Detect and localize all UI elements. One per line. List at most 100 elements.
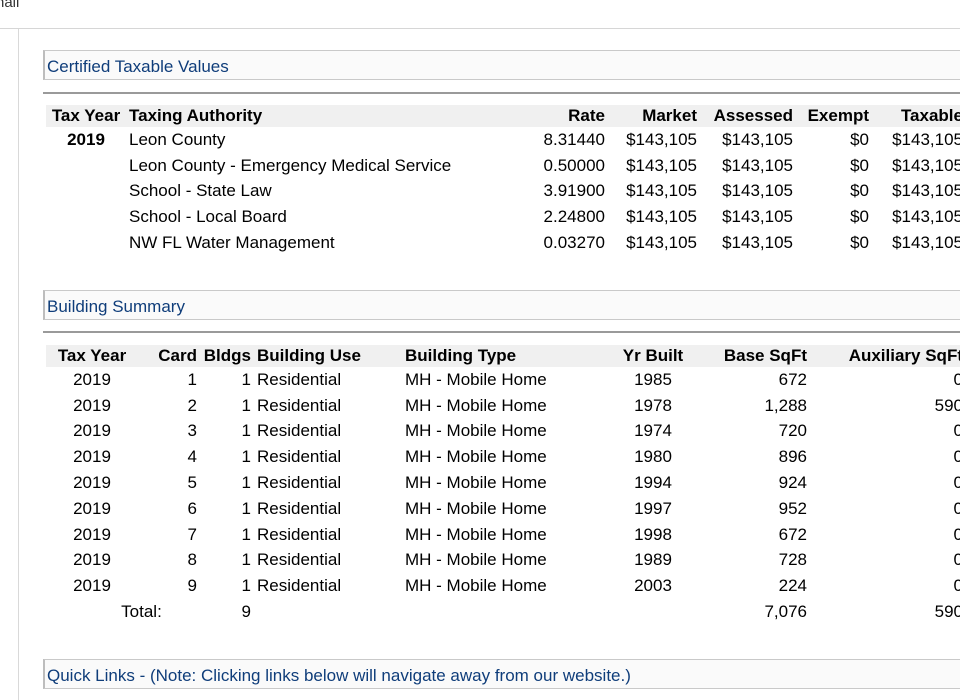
base-sqft-cell: 720 <box>778 421 807 441</box>
market-cell: $143,105 <box>626 181 697 201</box>
building-summary-title: Building Summary <box>47 297 185 316</box>
bldgs-cell: 1 <box>241 498 251 518</box>
base-sqft-cell: 952 <box>778 498 807 518</box>
tax-year-cell: 2019 <box>73 498 111 518</box>
aux-sqft-cell: 0 <box>953 369 960 389</box>
building-use-cell: Residential <box>257 576 342 596</box>
bldgs-cell: 1 <box>241 524 251 544</box>
market-cell: $143,105 <box>626 155 697 175</box>
card-cell: 7 <box>187 524 197 544</box>
table-row: School - State Law 3.91900 $143,105 $143… <box>46 179 960 205</box>
window-title: nail <box>0 0 20 11</box>
yr-built-cell: 1985 <box>634 369 672 389</box>
total-base-sqft: 7,076 <box>764 602 807 622</box>
yr-built-cell: 1978 <box>634 395 672 415</box>
base-sqft-cell: 924 <box>778 473 807 493</box>
exempt-cell: $0 <box>850 129 869 149</box>
bldgs-cell: 1 <box>241 473 251 493</box>
table-row: 2019 5 1 Residential MH - Mobile Home 19… <box>46 470 960 496</box>
exempt-cell: $0 <box>850 207 869 227</box>
tax-year-cell: 2019 <box>73 473 111 493</box>
col-building-type: Building Type <box>402 345 610 367</box>
card-cell: 9 <box>187 576 197 596</box>
aux-sqft-cell: 590 <box>934 395 960 415</box>
table-row: 2019 6 1 Residential MH - Mobile Home 19… <box>46 496 960 522</box>
table-header-row: Tax Year Taxing Authority Rate Market As… <box>46 105 960 127</box>
tax-year-cell: 2019 <box>73 550 111 570</box>
aux-sqft-cell: 0 <box>953 576 960 596</box>
bldgs-cell: 1 <box>241 447 251 467</box>
yr-built-cell: 1994 <box>634 473 672 493</box>
building-type-cell: MH - Mobile Home <box>405 395 547 415</box>
building-use-cell: Residential <box>257 524 342 544</box>
exempt-cell: $0 <box>850 181 869 201</box>
base-sqft-cell: 672 <box>778 524 807 544</box>
total-row: Total: 9 7,076 590 <box>46 599 960 625</box>
quick-links-header: Quick Links - (Note: Clicking links belo… <box>43 659 960 689</box>
assessed-cell: $143,105 <box>722 155 793 175</box>
left-divider <box>18 29 19 700</box>
base-sqft-cell: 672 <box>778 369 807 389</box>
table-row: 2019 3 1 Residential MH - Mobile Home 19… <box>46 419 960 445</box>
building-use-cell: Residential <box>257 498 342 518</box>
taxable-cell: $143,105 <box>892 155 960 175</box>
building-type-cell: MH - Mobile Home <box>405 576 547 596</box>
aux-sqft-cell: 0 <box>953 524 960 544</box>
yr-built-cell: 2003 <box>634 576 672 596</box>
col-aux-sqft: Auxiliary SqFt <box>810 345 960 367</box>
bldgs-cell: 1 <box>241 550 251 570</box>
market-cell: $143,105 <box>626 129 697 149</box>
aux-sqft-cell: 0 <box>953 421 960 441</box>
building-type-cell: MH - Mobile Home <box>405 369 547 389</box>
authority-cell: School - Local Board <box>129 207 287 227</box>
col-taxing-authority: Taxing Authority <box>126 105 526 127</box>
col-bldgs: Bldgs <box>200 345 254 367</box>
base-sqft-cell: 1,288 <box>764 395 807 415</box>
table-row: 2019 8 1 Residential MH - Mobile Home 19… <box>46 548 960 574</box>
card-cell: 3 <box>187 421 197 441</box>
tax-year-cell: 2019 <box>73 524 111 544</box>
building-use-cell: Residential <box>257 421 342 441</box>
building-type-cell: MH - Mobile Home <box>405 447 547 467</box>
building-summary-header: Building Summary <box>43 290 960 320</box>
card-cell: 5 <box>187 473 197 493</box>
assessed-cell: $143,105 <box>722 129 793 149</box>
total-bldgs: 9 <box>241 602 251 622</box>
yr-built-cell: 1989 <box>634 550 672 570</box>
building-type-cell: MH - Mobile Home <box>405 473 547 493</box>
tax-year-cell: 2019 <box>73 421 111 441</box>
building-summary-rule <box>43 331 960 333</box>
taxable-cell: $143,105 <box>892 207 960 227</box>
building-summary-table: Tax Year Card Bldgs Building Use Buildin… <box>46 345 960 625</box>
col-exempt: Exempt <box>796 105 872 127</box>
authority-cell: Leon County <box>129 129 226 149</box>
assessed-cell: $143,105 <box>722 181 793 201</box>
table-row: 2019 1 1 Residential MH - Mobile Home 19… <box>46 367 960 393</box>
building-type-cell: MH - Mobile Home <box>405 524 547 544</box>
building-type-cell: MH - Mobile Home <box>405 550 547 570</box>
aux-sqft-cell: 0 <box>953 473 960 493</box>
col-taxable: Taxable <box>872 105 960 127</box>
taxable-cell: $143,105 <box>892 129 960 149</box>
card-cell: 8 <box>187 550 197 570</box>
building-use-cell: Residential <box>257 473 342 493</box>
table-header-row: Tax Year Card Bldgs Building Use Buildin… <box>46 345 960 367</box>
card-cell: 4 <box>187 447 197 467</box>
base-sqft-cell: 728 <box>778 550 807 570</box>
table-row: 2019 Leon County 8.31440 $143,105 $143,1… <box>46 127 960 153</box>
bldgs-cell: 1 <box>241 576 251 596</box>
certified-values-header: Certified Taxable Values <box>43 50 960 80</box>
table-row: 2019 2 1 Residential MH - Mobile Home 19… <box>46 393 960 419</box>
rate-cell: 8.31440 <box>543 129 605 149</box>
rate-cell: 3.91900 <box>543 181 605 201</box>
table-row: NW FL Water Management 0.03270 $143,105 … <box>46 230 960 256</box>
certified-values-table: Tax Year Taxing Authority Rate Market As… <box>46 105 960 256</box>
col-assessed: Assessed <box>700 105 796 127</box>
taxable-cell: $143,105 <box>892 233 960 253</box>
assessed-cell: $143,105 <box>722 207 793 227</box>
market-cell: $143,105 <box>626 233 697 253</box>
yr-built-cell: 1997 <box>634 498 672 518</box>
tax-year-cell: 2019 <box>73 576 111 596</box>
tax-year-cell: 2019 <box>67 129 105 149</box>
table-row: 2019 7 1 Residential MH - Mobile Home 19… <box>46 522 960 548</box>
